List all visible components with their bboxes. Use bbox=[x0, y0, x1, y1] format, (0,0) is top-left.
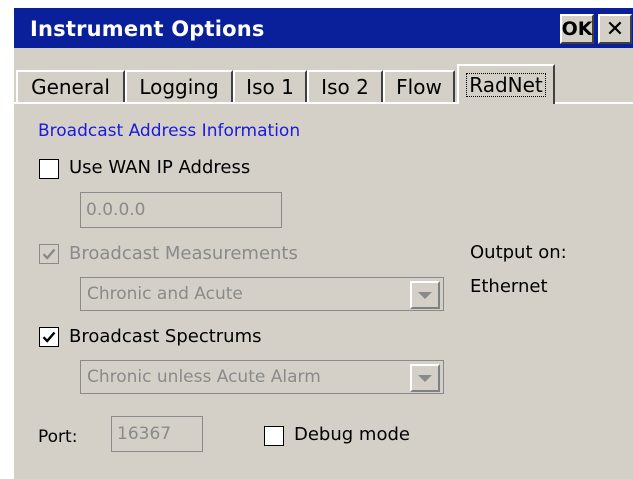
measurements-mode-dropdown[interactable]: Chronic and Acute bbox=[80, 277, 444, 311]
debug-mode-checkbox[interactable] bbox=[264, 426, 284, 446]
chevron-down-icon[interactable] bbox=[410, 364, 440, 392]
use-wan-checkbox[interactable] bbox=[39, 159, 59, 179]
checkmark-icon bbox=[42, 331, 56, 343]
checkmark-icon bbox=[42, 248, 56, 260]
use-wan-label: Use WAN IP Address bbox=[69, 157, 251, 178]
wan-ip-field[interactable]: 0.0.0.0 bbox=[80, 192, 282, 228]
spectrums-mode-dropdown[interactable]: Chronic unless Acute Alarm bbox=[80, 360, 444, 394]
window-title: Instrument Options bbox=[30, 17, 265, 41]
tab-iso-2[interactable]: Iso 2 bbox=[307, 70, 383, 102]
tab-general[interactable]: General bbox=[16, 70, 125, 102]
tab-flow-label: Flow bbox=[396, 75, 442, 99]
tab-logging[interactable]: Logging bbox=[125, 70, 233, 102]
tab-general-label: General bbox=[31, 75, 110, 99]
ok-button[interactable]: OK bbox=[560, 14, 594, 44]
dialog-body: General Logging Iso 1 Iso 2 Flow RadNet … bbox=[14, 48, 633, 479]
port-label: Port: bbox=[38, 427, 78, 447]
output-on-value: Ethernet bbox=[470, 276, 548, 297]
debug-mode-label: Debug mode bbox=[294, 424, 410, 445]
tab-logging-label: Logging bbox=[139, 75, 219, 99]
title-bar: Instrument Options OK ✕ bbox=[14, 8, 633, 48]
close-button[interactable]: ✕ bbox=[598, 14, 632, 44]
broadcast-measurements-label: Broadcast Measurements bbox=[69, 243, 298, 264]
broadcast-spectrums-checkbox[interactable] bbox=[39, 327, 59, 347]
tab-flow[interactable]: Flow bbox=[383, 70, 455, 102]
tab-iso-2-label: Iso 2 bbox=[321, 75, 369, 99]
output-on-label: Output on: bbox=[470, 242, 567, 263]
chevron-down-icon[interactable] bbox=[410, 281, 440, 309]
tab-iso-1-label: Iso 1 bbox=[246, 75, 294, 99]
close-icon: ✕ bbox=[605, 16, 625, 42]
measurements-mode-value: Chronic and Acute bbox=[87, 284, 243, 304]
port-field[interactable]: 16367 bbox=[111, 416, 203, 452]
broadcast-measurements-checkbox[interactable] bbox=[39, 244, 59, 264]
tab-radnet-label: RadNet bbox=[466, 73, 546, 97]
radnet-panel: Broadcast Address Information Use WAN IP… bbox=[14, 104, 633, 479]
section-title: Broadcast Address Information bbox=[38, 121, 301, 141]
broadcast-spectrums-label: Broadcast Spectrums bbox=[69, 326, 262, 347]
spectrums-mode-value: Chronic unless Acute Alarm bbox=[87, 367, 321, 387]
tab-radnet[interactable]: RadNet bbox=[457, 64, 555, 104]
tab-iso-1[interactable]: Iso 1 bbox=[233, 70, 307, 102]
